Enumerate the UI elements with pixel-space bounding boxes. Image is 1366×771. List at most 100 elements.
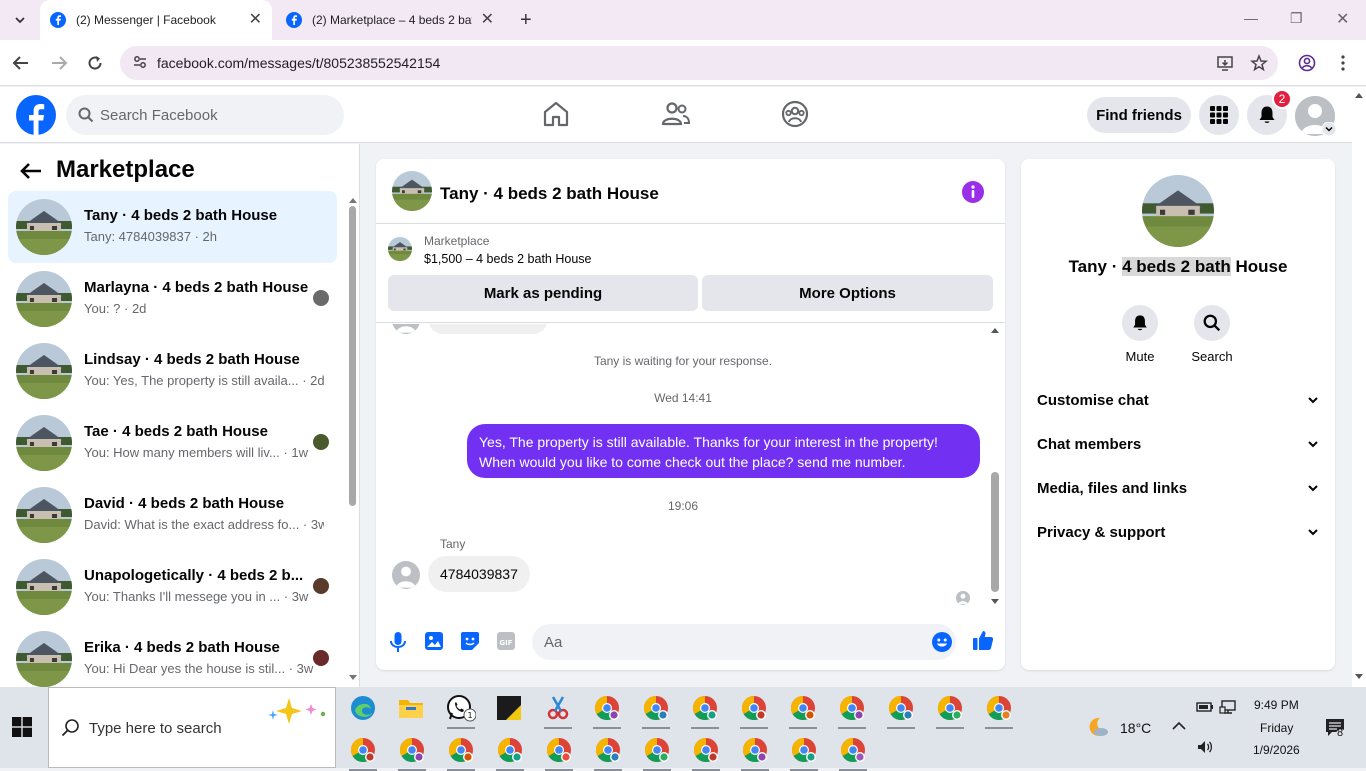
scroll-up-icon[interactable] xyxy=(348,196,358,204)
taskbar-chrome-profile[interactable] xyxy=(884,691,918,729)
volume-icon[interactable] xyxy=(1196,739,1214,755)
photo-icon[interactable] xyxy=(424,631,444,651)
install-app-icon[interactable] xyxy=(1216,54,1234,72)
scrollbar-thumb[interactable] xyxy=(349,206,356,506)
taskbar-chrome-profile[interactable] xyxy=(737,691,771,729)
taskbar-chrome-profile[interactable] xyxy=(640,733,674,771)
close-tab-icon[interactable]: ✕ xyxy=(481,12,494,28)
listing-price-title[interactable]: $1,500 – 4 beds 2 bath House xyxy=(424,252,592,266)
taskbar-chrome-profile[interactable] xyxy=(395,733,429,771)
weather-temp[interactable]: 18°C xyxy=(1120,720,1151,736)
thumbs-up-icon[interactable] xyxy=(972,629,994,651)
clock-date[interactable]: 1/9/2026 xyxy=(1253,743,1300,757)
tab-search-button[interactable] xyxy=(8,8,32,32)
groups-icon[interactable] xyxy=(780,99,810,129)
facebook-search-input[interactable] xyxy=(100,95,330,135)
taskbar-sticky-notes[interactable] xyxy=(492,691,526,725)
taskbar-chrome-profile[interactable] xyxy=(835,691,869,729)
taskbar-edge[interactable] xyxy=(346,691,380,725)
scroll-down-icon[interactable] xyxy=(1354,673,1364,681)
windows-start-icon[interactable] xyxy=(12,717,32,737)
taskbar-chrome-profile[interactable] xyxy=(738,733,772,771)
taskbar-chrome-profile[interactable] xyxy=(444,733,478,771)
weather-moon-icon[interactable] xyxy=(1086,715,1110,739)
battery-icon[interactable] xyxy=(1196,699,1214,715)
close-tab-icon[interactable]: ✕ xyxy=(249,12,262,28)
account-chevron-icon[interactable] xyxy=(1322,122,1336,136)
clock-time[interactable]: 9:49 PM xyxy=(1254,698,1299,712)
menu-button[interactable] xyxy=(1199,95,1239,135)
chat-title[interactable]: Tany · 4 beds 2 bath House xyxy=(440,184,659,204)
conversation-item[interactable]: Lindsay · 4 beds 2 bath House You: Yes, … xyxy=(8,335,337,407)
emoji-icon[interactable] xyxy=(932,632,952,652)
conversation-item[interactable]: David · 4 beds 2 bath House David: What … xyxy=(8,479,337,551)
profile-icon[interactable] xyxy=(1298,54,1316,72)
window-close-icon[interactable]: ✕ xyxy=(1336,9,1349,29)
home-icon[interactable] xyxy=(541,99,571,129)
back-arrow-icon[interactable] xyxy=(12,54,30,72)
taskbar-chrome-profile[interactable] xyxy=(542,733,576,771)
friends-icon[interactable] xyxy=(661,99,691,129)
scroll-up-icon[interactable] xyxy=(990,326,1000,334)
tab-marketplace[interactable]: (2) Marketplace – 4 beds 2 bath ✕ xyxy=(276,0,504,40)
customise-chat-row[interactable]: Customise chat xyxy=(1037,380,1319,420)
facebook-search[interactable] xyxy=(66,95,344,135)
tray-chevron-up-icon[interactable] xyxy=(1172,721,1186,731)
mute-action[interactable]: Mute xyxy=(1110,305,1170,364)
search-action[interactable]: Search xyxy=(1182,305,1242,364)
scroll-up-icon[interactable] xyxy=(1354,91,1364,99)
facebook-logo-icon[interactable] xyxy=(16,95,56,135)
conversation-item[interactable]: Marlayna · 4 beds 2 bath House You: ? · … xyxy=(8,263,337,335)
restore-icon[interactable]: ❐ xyxy=(1290,10,1303,27)
taskbar-chrome-profile[interactable] xyxy=(689,733,723,771)
taskbar-chrome-profile[interactable] xyxy=(933,691,967,729)
conversation-item[interactable]: Unapologetically · 4 beds 2 b... You: Th… xyxy=(8,551,337,623)
taskbar-chrome-profile[interactable] xyxy=(346,733,380,771)
reload-icon[interactable] xyxy=(86,54,104,72)
privacy-support-row[interactable]: Privacy & support xyxy=(1037,512,1319,552)
taskbar-chrome-profile[interactable] xyxy=(787,733,821,771)
taskbar-snipping-tool[interactable] xyxy=(541,691,575,729)
minimize-icon[interactable]: — xyxy=(1244,10,1258,26)
taskbar-search[interactable]: Type here to search xyxy=(48,687,336,768)
forward-arrow-icon[interactable] xyxy=(50,54,68,72)
omnibox[interactable]: facebook.com/messages/t/805238552542154 xyxy=(120,46,1278,80)
chat-members-row[interactable]: Chat members xyxy=(1037,424,1319,464)
page-scrollbar[interactable] xyxy=(1352,87,1366,687)
conversation-item[interactable]: Erika · 4 beds 2 bath House You: Hi Dear… xyxy=(8,623,337,687)
site-settings-icon[interactable] xyxy=(132,54,148,70)
message-input[interactable] xyxy=(544,624,904,660)
taskbar-chrome-profile[interactable] xyxy=(591,733,625,771)
media-files-links-row[interactable]: Media, files and links xyxy=(1037,468,1319,508)
message-field[interactable] xyxy=(532,624,956,660)
chat-thumbnail[interactable] xyxy=(392,171,432,211)
taskbar-chrome-profile[interactable] xyxy=(836,733,870,771)
taskbar-chrome-profile[interactable] xyxy=(786,691,820,729)
taskbar-chrome-profile[interactable] xyxy=(982,691,1016,729)
taskbar-chrome-profile[interactable] xyxy=(688,691,722,729)
back-arrow-icon[interactable] xyxy=(20,162,42,180)
taskbar-chrome-profile[interactable] xyxy=(493,733,527,771)
incoming-message[interactable]: 4784039837 xyxy=(428,556,530,592)
conversation-item[interactable]: Tany · 4 beds 2 bath House Tany: 4784039… xyxy=(8,191,337,263)
message-scrollbar[interactable] xyxy=(988,324,1002,609)
taskbar-chrome-profile[interactable] xyxy=(590,691,624,729)
new-tab-icon[interactable]: + xyxy=(520,10,532,30)
taskbar-chrome-profile[interactable] xyxy=(639,691,673,729)
info-icon[interactable] xyxy=(962,181,984,203)
find-friends-button[interactable]: Find friends xyxy=(1087,97,1191,133)
clock-day[interactable]: Friday xyxy=(1260,721,1293,735)
network-icon[interactable] xyxy=(1219,699,1237,715)
scrollbar-thumb[interactable] xyxy=(991,472,999,592)
sticker-icon[interactable] xyxy=(460,631,480,651)
microphone-icon[interactable] xyxy=(389,631,407,653)
conversation-item[interactable]: Tae · 4 beds 2 bath House You: How many … xyxy=(8,407,337,479)
outgoing-message[interactable]: Yes, The property is still available. Th… xyxy=(467,424,980,478)
browser-menu-icon[interactable] xyxy=(1340,54,1346,72)
taskbar-file-explorer[interactable] xyxy=(394,691,428,725)
taskbar-whatsapp[interactable]: 1 xyxy=(444,691,478,729)
more-options-button[interactable]: More Options xyxy=(702,275,993,311)
scroll-down-icon[interactable] xyxy=(990,598,1000,606)
gif-icon[interactable]: GIF xyxy=(496,631,516,651)
conversation-list-scrollbar[interactable] xyxy=(346,196,358,684)
